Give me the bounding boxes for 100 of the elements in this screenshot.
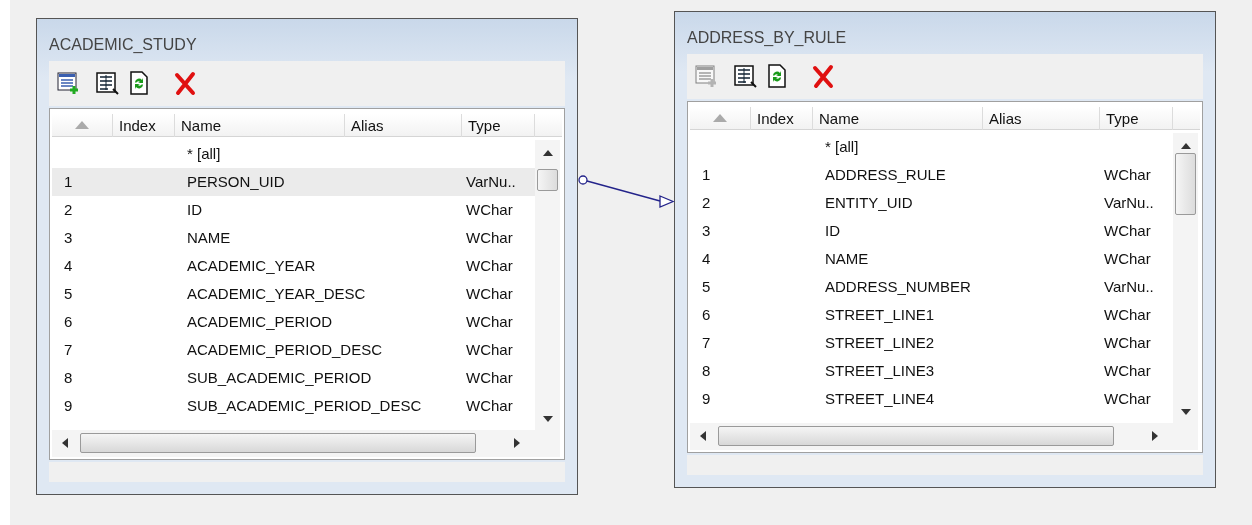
field-type: VarNu.. <box>1104 193 1154 211</box>
table-row[interactable]: * [all] <box>52 139 535 168</box>
scroll-left-icon[interactable] <box>700 430 706 441</box>
column-header[interactable]: Index <box>751 106 813 130</box>
table-row[interactable]: 4 NAME WChar <box>690 244 1173 273</box>
table-row[interactable]: 2 ID WChar <box>52 195 535 224</box>
vertical-scrollbar[interactable] <box>1173 132 1198 423</box>
field-name: NAME <box>187 228 231 246</box>
table-row[interactable]: 9 STREET_LINE4 WChar <box>690 384 1173 413</box>
field-name: STREET_LINE1 <box>825 305 935 323</box>
table-row[interactable]: 7 ACADEMIC_PERIOD_DESC WChar <box>52 335 535 364</box>
field-name: STREET_LINE4 <box>825 389 935 407</box>
field-name: ADDRESS_RULE <box>825 165 946 183</box>
field-name: ENTITY_UID <box>825 193 913 211</box>
table-row[interactable]: 4 ACADEMIC_YEAR WChar <box>52 251 535 280</box>
delete-icon <box>810 63 836 90</box>
scroll-up-icon[interactable] <box>543 149 553 156</box>
row-index: 9 <box>64 396 73 414</box>
field-name: ID <box>825 221 840 239</box>
row-index: 6 <box>64 312 73 330</box>
field-type: WChar <box>466 200 513 218</box>
field-type: VarNu.. <box>466 172 516 190</box>
row-index: 5 <box>702 277 711 295</box>
scroll-thumb[interactable] <box>1175 152 1196 215</box>
column-header[interactable]: Alias <box>983 106 1100 130</box>
row-index: 9 <box>702 389 711 407</box>
field-name: ACADEMIC_PERIOD <box>187 312 333 330</box>
column-header[interactable]: Type <box>1100 106 1173 130</box>
table-row[interactable]: 8 STREET_LINE3 WChar <box>690 356 1173 385</box>
table-row[interactable]: * [all] <box>690 132 1173 161</box>
row-index: 8 <box>702 361 711 379</box>
field-name: PERSON_UID <box>187 172 285 190</box>
field-type: WChar <box>466 396 513 414</box>
field-type: WChar <box>466 228 513 246</box>
table-row[interactable]: 5 ACADEMIC_YEAR_DESC WChar <box>52 279 535 308</box>
scroll-left-icon[interactable] <box>62 437 68 448</box>
field-type: WChar <box>1104 305 1151 323</box>
table-row[interactable]: 8 SUB_ACADEMIC_PERIOD WChar <box>52 363 535 392</box>
vertical-scrollbar[interactable] <box>535 139 560 430</box>
field-name: SUB_ACADEMIC_PERIOD_DESC <box>187 396 422 414</box>
selected-row[interactable]: 1 PERSON_UID VarNu.. <box>52 167 535 196</box>
horizontal-scrollbar[interactable] <box>52 429 560 457</box>
scroll-up-icon[interactable] <box>1181 142 1191 149</box>
table-row[interactable]: 6 STREET_LINE1 WChar <box>690 300 1173 329</box>
field-type: WChar <box>466 284 513 302</box>
table-search-icon <box>94 70 120 97</box>
horizontal-scrollbar[interactable] <box>690 422 1198 450</box>
row-index: 7 <box>702 333 711 351</box>
column-header[interactable]: Alias <box>345 113 462 137</box>
row-index: 5 <box>64 284 73 302</box>
row-index: 3 <box>702 221 711 239</box>
table-row[interactable]: 3 NAME WChar <box>52 223 535 252</box>
field-name: * [all] <box>187 144 221 162</box>
scroll-down-icon[interactable] <box>1181 408 1191 415</box>
table-row[interactable]: 7 STREET_LINE2 WChar <box>690 328 1173 357</box>
scroll-down-icon[interactable] <box>543 415 553 422</box>
table-row[interactable]: 2 ENTITY_UID VarNu.. <box>690 188 1173 217</box>
field-name: STREET_LINE2 <box>825 333 935 351</box>
field-type: WChar <box>466 312 513 330</box>
field-name: SUB_ACADEMIC_PERIOD <box>187 368 372 386</box>
row-index: 7 <box>64 340 73 358</box>
field-name: ACADEMIC_PERIOD_DESC <box>187 340 383 358</box>
scroll-right-icon[interactable] <box>514 437 520 448</box>
scroll-right-icon[interactable] <box>1152 430 1158 441</box>
field-type: VarNu.. <box>1104 277 1154 295</box>
scroll-thumb[interactable] <box>537 168 558 191</box>
row-index: 4 <box>702 249 711 267</box>
delete-icon <box>172 70 198 97</box>
column-header[interactable]: Type <box>462 113 535 137</box>
table-title: ADDRESS_BY_RULE <box>687 27 848 48</box>
field-type: WChar <box>1104 165 1151 183</box>
field-type: WChar <box>1104 221 1151 239</box>
column-header[interactable]: Index <box>113 113 175 137</box>
scroll-thumb[interactable] <box>80 432 476 453</box>
field-name: NAME <box>825 249 869 267</box>
table-title: ACADEMIC_STUDY <box>49 34 198 55</box>
field-name: ADDRESS_NUMBER <box>825 277 971 295</box>
field-type: WChar <box>1104 333 1151 351</box>
row-index: 3 <box>64 228 73 246</box>
row-index: 2 <box>702 193 711 211</box>
field-name: * [all] <box>825 137 859 155</box>
row-index: 4 <box>64 256 73 274</box>
column-header[interactable]: Name <box>175 113 345 137</box>
field-name: STREET_LINE3 <box>825 361 935 379</box>
row-index: 2 <box>64 200 73 218</box>
table-row[interactable]: 5 ADDRESS_NUMBER VarNu.. <box>690 272 1173 301</box>
relationship-connector[interactable] <box>578 175 675 208</box>
field-type: WChar <box>466 368 513 386</box>
row-index: 1 <box>64 172 73 190</box>
scroll-thumb[interactable] <box>718 425 1114 446</box>
table-row[interactable]: 9 SUB_ACADEMIC_PERIOD_DESC WChar <box>52 391 535 420</box>
field-name: ID <box>187 200 202 218</box>
column-header[interactable]: Name <box>813 106 983 130</box>
field-name: ACADEMIC_YEAR <box>187 256 316 274</box>
field-type: WChar <box>466 340 513 358</box>
table-row[interactable]: 6 ACADEMIC_PERIOD WChar <box>52 307 535 336</box>
table-row[interactable]: 1 ADDRESS_RULE WChar <box>690 160 1173 189</box>
table-row[interactable]: 3 ID WChar <box>690 216 1173 245</box>
field-type: WChar <box>1104 361 1151 379</box>
field-type: WChar <box>466 256 513 274</box>
